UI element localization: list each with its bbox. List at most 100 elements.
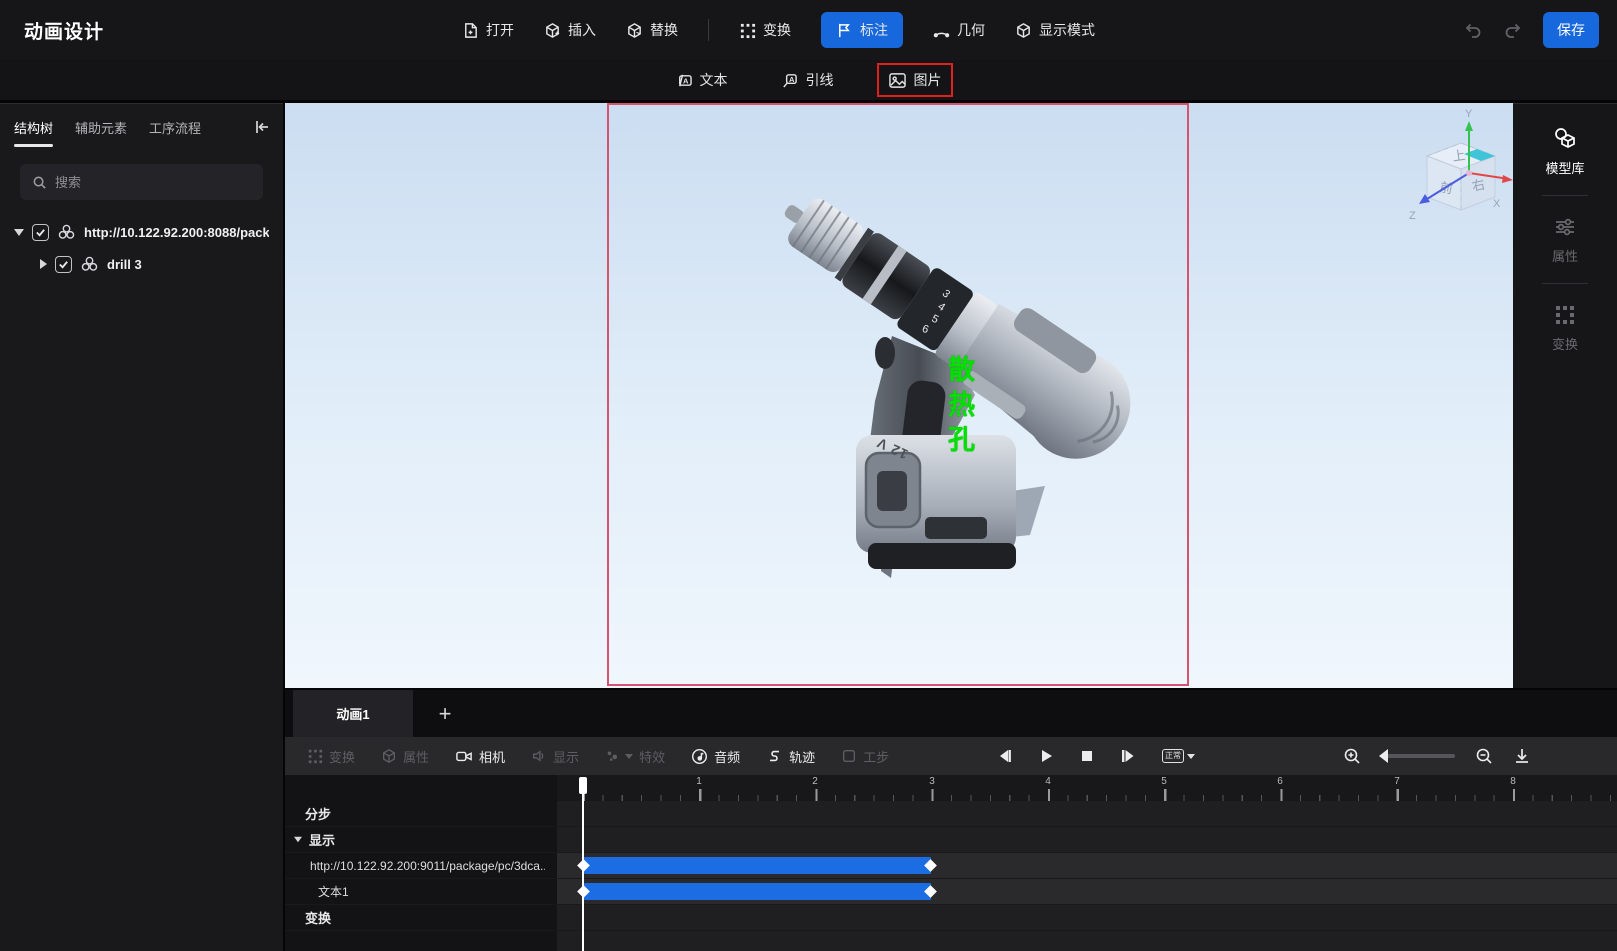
svg-text:A: A	[683, 76, 689, 85]
speaker-icon	[531, 748, 547, 764]
tl-effects-button[interactable]: 特效	[605, 747, 665, 766]
open-button[interactable]: 打开	[462, 20, 514, 40]
leader-tool-button[interactable]: A 引线	[771, 65, 843, 95]
assembly-icon	[57, 223, 76, 241]
zoom-out-icon[interactable]	[1475, 747, 1493, 765]
chevron-down-icon	[625, 754, 633, 759]
transform-dots-icon	[307, 748, 323, 764]
playhead[interactable]	[582, 777, 584, 951]
ruler-tick: 1	[687, 776, 711, 787]
tree-node-drill3[interactable]: drill 3	[0, 248, 283, 280]
timeline-row-steps[interactable]: 分步	[285, 801, 1617, 826]
search-icon	[32, 175, 47, 190]
track-filler	[557, 931, 1617, 951]
cube-plus-icon	[544, 22, 561, 39]
audio-icon	[691, 748, 708, 765]
search-box[interactable]	[20, 164, 263, 200]
collapse-panel-icon[interactable]	[253, 118, 271, 136]
save-button[interactable]: 保存	[1543, 12, 1599, 48]
replace-button[interactable]: 替换	[626, 20, 678, 40]
viewport-3d[interactable]: 12 V 3 4 5 6 散热孔	[285, 103, 1513, 688]
zoom-in-icon[interactable]	[1343, 747, 1361, 765]
transform-dots-icon	[739, 22, 756, 39]
visibility-checkbox[interactable]	[32, 224, 49, 241]
stop-button[interactable]	[1080, 749, 1094, 763]
ruler-tick: 2	[803, 776, 827, 787]
timeline-row-text1[interactable]: 文本1	[285, 879, 1617, 904]
properties-button[interactable]: 属性	[1552, 208, 1578, 271]
label-column-filler	[285, 931, 557, 951]
caret-down-icon[interactable]	[294, 837, 302, 843]
track-area[interactable]	[557, 827, 1617, 852]
tab-auxiliary-elements[interactable]: 辅助元素	[75, 104, 127, 151]
caret-right-icon[interactable]	[40, 259, 47, 269]
image-tool-button[interactable]: 图片	[877, 63, 953, 97]
text-tool-button[interactable]: A 文本	[665, 65, 737, 95]
major-ticks	[583, 789, 1617, 801]
step-backward-button[interactable]	[997, 748, 1013, 764]
topbar-right: 保存	[1463, 0, 1599, 60]
toolbar-divider	[708, 19, 709, 41]
orientation-gizmo[interactable]: 上 前 右 Y Z X	[1401, 107, 1513, 227]
topbar-menu: 打开 插入 替换 变换 标注 几何 显示模式	[462, 0, 1095, 60]
transform-panel-button[interactable]: 变换	[1552, 296, 1578, 359]
download-icon[interactable]	[1513, 747, 1531, 765]
gizmo-axis-z: Z	[1409, 210, 1416, 222]
slider-handle[interactable]	[1379, 749, 1388, 763]
arc-icon	[933, 22, 950, 39]
transform-button[interactable]: 变换	[739, 20, 791, 40]
track-area[interactable]	[557, 905, 1617, 930]
annotation-text[interactable]: 散热孔	[940, 355, 979, 460]
annotation-flag-icon	[836, 22, 853, 39]
text-box-icon: A	[674, 72, 693, 89]
assembly-icon	[80, 255, 99, 273]
timeline-bar-package[interactable]	[584, 857, 931, 874]
play-button[interactable]	[1039, 748, 1054, 764]
transform-dots-icon	[1552, 302, 1578, 328]
model-library-button[interactable]: 模型库	[1545, 120, 1584, 183]
display-mode-button[interactable]: 显示模式	[1015, 20, 1095, 40]
undo-icon[interactable]	[1463, 20, 1483, 40]
timeline-row-package-url[interactable]: http://10.122.92.200:9011/package/pc/3dc…	[285, 853, 1617, 878]
timeline-ruler[interactable]: 0 1 2 3 4 5 6 7 8	[557, 775, 1617, 801]
search-input[interactable]	[55, 175, 235, 190]
insert-button[interactable]: 插入	[544, 20, 596, 40]
timeline-zoom-slider[interactable]	[1381, 754, 1455, 758]
divider	[1542, 283, 1588, 284]
timeline-bar-text1[interactable]	[584, 883, 931, 900]
tab-process-flow[interactable]: 工序流程	[149, 104, 201, 151]
visibility-checkbox[interactable]	[55, 256, 72, 273]
geometry-button[interactable]: 几何	[933, 20, 985, 40]
ruler-tick: 4	[1036, 776, 1060, 787]
redo-icon[interactable]	[1503, 20, 1523, 40]
tl-audio-button[interactable]: 音频	[691, 747, 740, 766]
timeline-zoom-controls	[1343, 737, 1531, 775]
tl-properties-button[interactable]: 属性	[381, 747, 429, 766]
divider	[1542, 195, 1588, 196]
tab-structure-tree[interactable]: 结构树	[14, 104, 53, 151]
add-animation-tab-button[interactable]: +	[431, 700, 459, 728]
tl-trajectory-button[interactable]: 轨迹	[766, 747, 815, 766]
ruler-tick: 5	[1152, 776, 1176, 787]
animation-tab[interactable]: 动画1	[293, 690, 413, 737]
tl-transform-button[interactable]: 变换	[307, 747, 355, 766]
caret-down-icon[interactable]	[14, 229, 24, 236]
right-sidebar: 模型库 属性 变换	[1513, 103, 1617, 688]
ruler-tick: 8	[1501, 776, 1525, 787]
annotate-button[interactable]: 标注	[821, 12, 903, 48]
tl-camera-button[interactable]: 相机	[455, 747, 505, 766]
tree-node-package[interactable]: http://10.122.92.200:8088/pack...	[0, 216, 283, 248]
speed-label: 正常	[1162, 749, 1184, 763]
tl-workstep-button[interactable]: 工步	[841, 747, 889, 766]
svg-text:A: A	[789, 74, 795, 83]
step-forward-button[interactable]	[1120, 748, 1136, 764]
sliders-icon	[1552, 214, 1578, 240]
drill-model[interactable]: 12 V 3 4 5 6	[285, 103, 1513, 688]
track-area[interactable]	[557, 801, 1617, 826]
camera-icon	[455, 748, 473, 764]
timeline-row-display[interactable]: 显示	[285, 827, 1617, 852]
timeline-row-transform[interactable]: 变换	[285, 905, 1617, 930]
tl-display-button[interactable]: 显示	[531, 747, 579, 766]
playback-speed-dropdown[interactable]: 正常	[1162, 749, 1195, 763]
sparkles-icon	[605, 748, 621, 764]
